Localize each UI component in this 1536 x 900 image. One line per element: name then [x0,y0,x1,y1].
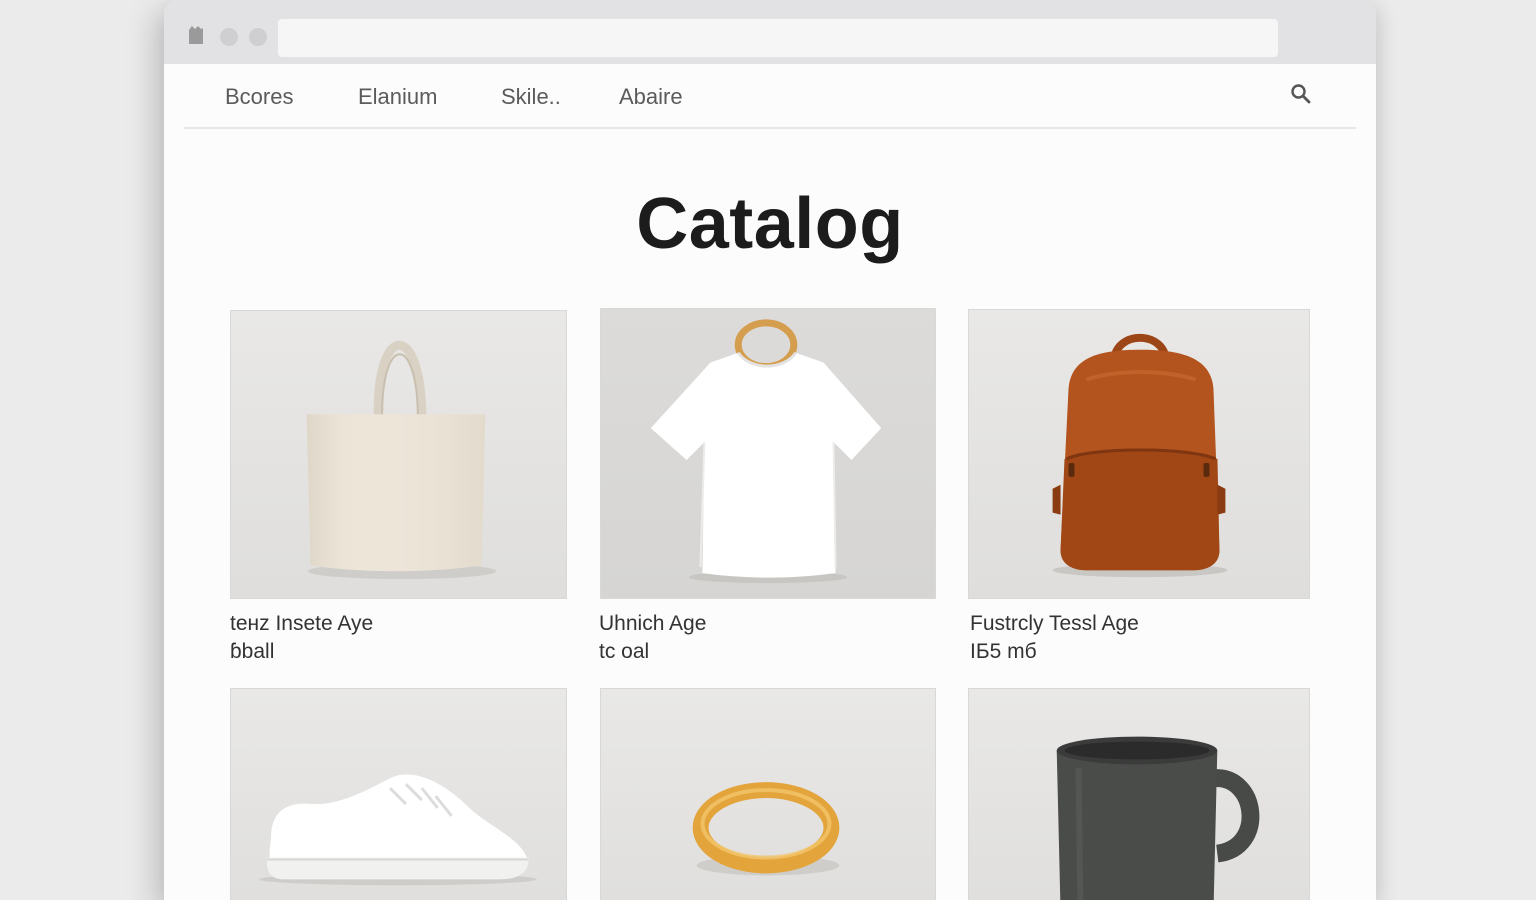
nav-item-4[interactable]: Abaire [619,84,683,110]
tote-bag-icon [306,340,497,580]
product-name[interactable]: teнz Insete Aye [230,612,373,636]
product-card[interactable] [600,688,936,900]
product-name[interactable]: Fustrcly Tessl Age [970,612,1139,636]
product-card[interactable] [968,688,1310,900]
window-maximize-button[interactable] [249,28,267,46]
bangle-icon [692,782,840,876]
page-title: Catalog [636,184,904,264]
product-price: tc oal [599,640,650,663]
search-icon[interactable] [1289,82,1313,106]
window-minimize-button[interactable] [220,28,238,46]
top-navigation: Bcores Elanium Skile.. Abaire [184,64,1356,129]
product-card[interactable] [600,308,936,599]
product-image[interactable] [230,310,567,599]
browser-window: Bcores Elanium Skile.. Abaire Catalog te… [164,0,1376,900]
sneaker-icon [259,774,537,886]
browser-titlebar [164,0,1376,64]
product-card[interactable] [968,309,1310,599]
t-shirt-icon [650,319,882,584]
browser-menu-icon[interactable] [186,24,206,46]
product-image[interactable] [600,308,936,599]
backpack-icon [1052,334,1228,578]
nav-item-3[interactable]: Skile.. [501,84,561,110]
product-card[interactable] [230,688,567,900]
product-image[interactable] [968,688,1310,900]
product-price: IБ5 mб [970,640,1037,663]
product-image[interactable] [968,309,1310,599]
product-card[interactable] [230,310,567,599]
product-name[interactable]: Uhnich Age [599,612,706,636]
nav-item-1[interactable]: Bcores [225,84,293,110]
nav-item-2[interactable]: Elanium [358,84,437,110]
mug-icon [1056,736,1260,900]
product-image[interactable] [230,688,567,900]
address-bar[interactable] [278,19,1278,57]
product-price: ɓball [230,640,275,663]
product-image[interactable] [600,688,936,900]
